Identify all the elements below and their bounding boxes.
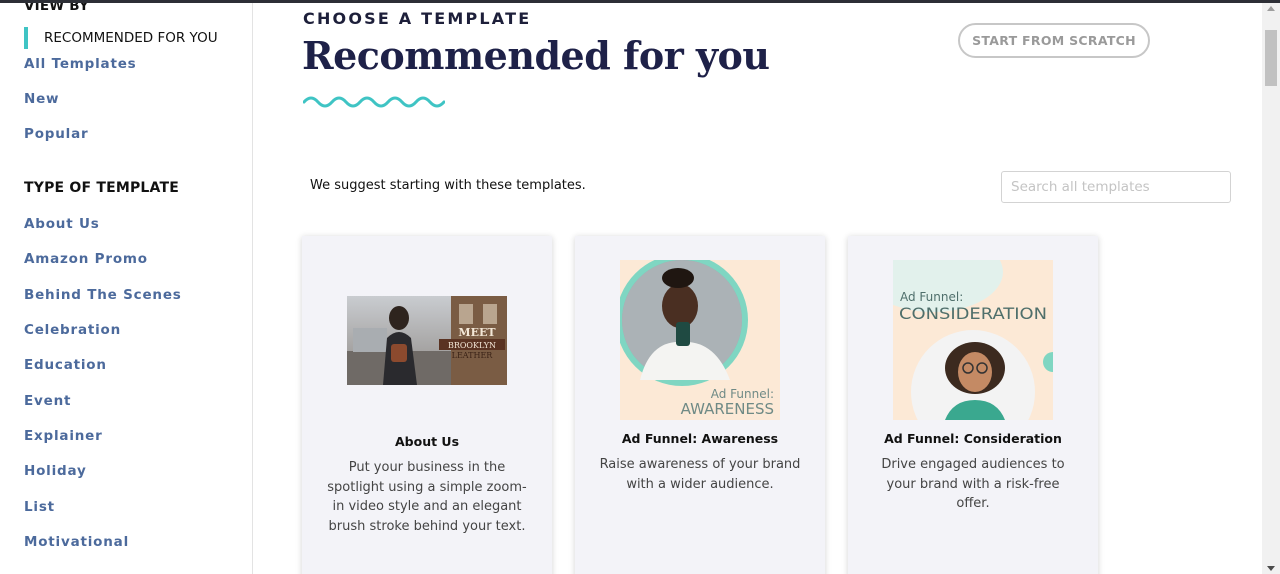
sidebar-item-new[interactable]: New [24,91,59,107]
sidebar-item-popular[interactable]: Popular [24,126,88,142]
scroll-down-arrow-icon[interactable] [1267,566,1275,571]
sidebar-item-label: RECOMMENDED FOR YOU [44,30,218,46]
thumb-text-awareness: AWARENESS [681,400,774,418]
choose-template-eyebrow: CHOOSE A TEMPLATE [303,9,532,28]
thumb-text-consideration: CONSIDERATION [899,304,1047,323]
start-from-scratch-button[interactable]: START FROM SCRATCH [958,23,1150,58]
active-indicator [24,27,28,49]
sidebar-item-holiday[interactable]: Holiday [24,463,87,479]
scroll-up-arrow-icon[interactable] [1267,6,1275,11]
type-of-template-heading: TYPE OF TEMPLATE [24,180,180,196]
thumb-text-ad-funnel: Ad Funnel: [711,387,774,401]
card-description: Put your business in the spotlight using… [327,460,527,534]
sidebar: VIEW BY RECOMMENDED FOR YOU All Template… [0,3,253,574]
template-card-about-us[interactable]: MEET BROOKLYN LEATHER About Us Put your … [302,236,552,574]
sidebar-item-recommended[interactable]: RECOMMENDED FOR YOU [24,27,218,49]
sidebar-item-celebration[interactable]: Celebration [24,322,121,338]
thumb-text-leather: LEATHER [452,351,494,360]
search-templates-input[interactable] [1001,171,1231,203]
thumb-text-meet: MEET [458,326,496,339]
template-card-ad-funnel-awareness[interactable]: Ad Funnel: AWARENESS Ad Funnel: Awarenes… [575,236,825,574]
sidebar-item-amazon-promo[interactable]: Amazon Promo [24,251,148,267]
thumb-text-brooklyn: BROOKLYN [448,341,496,350]
scrollbar[interactable] [1262,3,1280,574]
sidebar-item-list[interactable]: List [24,499,55,515]
sidebar-item-explainer[interactable]: Explainer [24,428,103,444]
template-card-ad-funnel-consideration[interactable]: Ad Funnel: CONSIDERATION Ad Funnel: Cons… [848,236,1098,574]
view-by-heading: VIEW BY [24,3,90,14]
sidebar-item-behind-the-scenes[interactable]: Behind The Scenes [24,287,182,303]
card-title: Ad Funnel: Consideration [884,431,1062,446]
suggest-text: We suggest starting with these templates… [310,178,586,193]
sidebar-item-event[interactable]: Event [24,393,71,409]
sidebar-item-all-templates[interactable]: All Templates [24,56,137,72]
awareness-thumbnail: Ad Funnel: AWARENESS [620,260,780,420]
consideration-thumbnail: Ad Funnel: CONSIDERATION [893,260,1053,420]
sidebar-item-education[interactable]: Education [24,357,107,373]
card-title: About Us [394,434,460,449]
card-description: Raise awareness of your brand with a wid… [599,457,801,492]
scrollbar-thumb[interactable] [1265,30,1277,86]
sidebar-item-motivational[interactable]: Motivational [24,534,129,550]
card-title: Ad Funnel: Awareness [621,431,779,446]
sidebar-item-about-us[interactable]: About Us [24,216,100,232]
thumb-text-ad-funnel: Ad Funnel: [900,290,963,304]
card-description: Drive engaged audiences to your brand wi… [881,457,1065,511]
page-title: Recommended for you [302,33,770,78]
squiggle-divider [303,96,445,108]
about-us-thumbnail: MEET BROOKLYN LEATHER [347,296,507,385]
